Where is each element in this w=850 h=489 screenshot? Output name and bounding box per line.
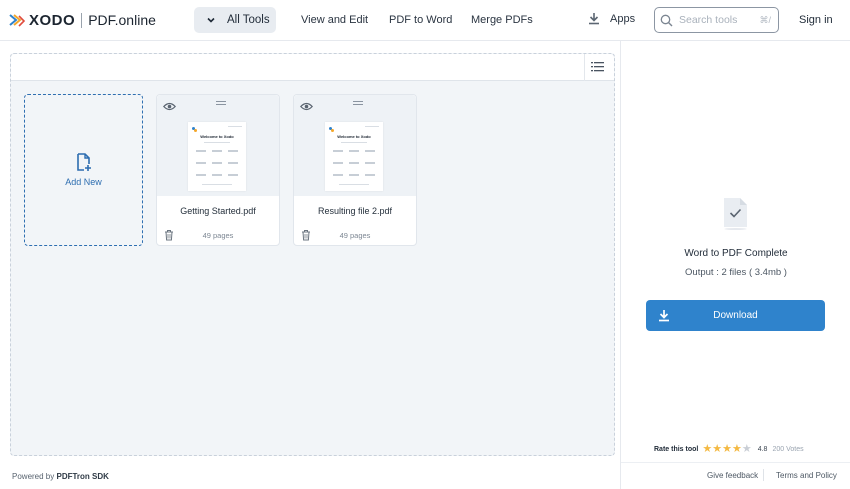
logo-subtitle: PDF.online — [88, 12, 156, 28]
thumb-cell — [212, 162, 222, 164]
output-summary: Output : 2 files ( 3.4mb ) — [685, 267, 787, 278]
thumb-cell — [365, 150, 375, 152]
nav-view-and-edit[interactable]: View and Edit — [301, 14, 368, 26]
download-icon — [659, 310, 669, 322]
apps-button[interactable]: Apps — [588, 12, 635, 25]
download-label: Download — [713, 310, 758, 321]
thumb-cell — [228, 162, 238, 164]
toolbar-divider — [584, 54, 585, 81]
document-check-icon — [724, 198, 747, 230]
drag-handle-icon[interactable] — [216, 101, 226, 106]
thumb-cell — [212, 174, 222, 176]
file-add-icon — [76, 153, 91, 171]
add-new-file-button[interactable]: Add New — [24, 94, 143, 246]
list-view-icon[interactable] — [591, 61, 604, 72]
eye-icon[interactable] — [300, 102, 313, 111]
star-icon[interactable]: ★ — [732, 444, 742, 455]
xodo-logo[interactable]: XODO PDF.online — [9, 11, 156, 29]
thumb-line — [365, 126, 379, 127]
thumb-cell — [196, 162, 206, 164]
add-new-label: Add New — [65, 177, 102, 187]
give-feedback-link[interactable]: Give feedback — [707, 471, 758, 480]
search-icon — [660, 14, 673, 26]
thumb-line — [341, 142, 367, 143]
thumb-cell — [349, 174, 359, 176]
thumb-line — [339, 184, 369, 185]
thumb-cell — [196, 174, 206, 176]
all-tools-label: All Tools — [227, 14, 270, 26]
thumb-line — [228, 126, 242, 127]
thumb-cell — [196, 150, 206, 152]
file-workspace: Add New Welcome to Xodo Getting Started.… — [10, 53, 615, 456]
thumb-cell — [333, 174, 343, 176]
star-icon[interactable]: ★ — [702, 444, 712, 455]
logo-text: XODO — [29, 11, 76, 29]
conversion-complete-title: Word to PDF Complete — [684, 248, 788, 259]
thumb-cell — [212, 150, 222, 152]
search-placeholder: Search tools — [679, 14, 738, 26]
terms-and-policy-link[interactable]: Terms and Policy — [776, 471, 837, 480]
thumb-cell — [228, 174, 238, 176]
file-name: Getting Started.pdf — [180, 206, 256, 216]
thumb-cell — [349, 162, 359, 164]
star-rating[interactable]: ★ ★ ★ ★ ★ — [702, 444, 751, 455]
rating-score: 4.8 — [757, 446, 768, 453]
file-thumbnail[interactable]: Welcome to Xodo — [294, 95, 416, 196]
thumb-cell — [365, 162, 375, 164]
apps-label: Apps — [610, 12, 636, 25]
search-shortcut-hint: ⌘/ — [759, 14, 771, 25]
file-name: Resulting file 2.pdf — [317, 206, 393, 216]
search-tools-input[interactable]: Search tools ⌘/ — [654, 7, 779, 33]
drag-handle-icon[interactable] — [353, 101, 363, 106]
thumb-line — [204, 142, 230, 143]
page-count: 49 pages — [202, 231, 234, 240]
powered-by: Powered by PDFTron SDK — [12, 472, 109, 481]
download-button[interactable]: Download — [646, 300, 825, 331]
nav-pdf-to-word[interactable]: PDF to Word — [389, 14, 452, 26]
file-card[interactable]: Welcome to Xodo Resulting file 2.pdf 49 … — [293, 94, 417, 246]
rate-tool-label: Rate this tool — [654, 446, 699, 453]
download-icon — [589, 13, 599, 25]
pdf-page-preview: Welcome to Xodo — [325, 122, 383, 191]
star-icon[interactable]: ★ — [722, 444, 732, 455]
file-thumbnail[interactable]: Welcome to Xodo — [157, 95, 279, 196]
chevron-down-icon — [207, 17, 215, 23]
star-icon[interactable]: ★ — [742, 444, 752, 455]
logo-divider — [81, 12, 83, 28]
sign-in-link[interactable]: Sign in — [799, 14, 833, 26]
file-card[interactable]: Welcome to Xodo Getting Started.pdf 49 p… — [156, 94, 280, 246]
nav-merge-pdfs[interactable]: Merge PDFs — [471, 14, 533, 26]
top-header: XODO PDF.online All Tools View and Edit … — [0, 0, 850, 41]
xodo-logo-icon — [9, 13, 26, 27]
workspace-toolbar — [11, 54, 614, 81]
eye-icon[interactable] — [163, 102, 176, 111]
thumb-cell — [365, 174, 375, 176]
footer-separator — [763, 469, 764, 481]
rating-votes: 200 Votes — [772, 446, 804, 453]
pdftron-sdk-link[interactable]: PDFTron SDK — [56, 472, 108, 481]
thumb-cell — [333, 150, 343, 152]
thumb-logo-dot — [194, 129, 197, 132]
thumb-line — [202, 184, 232, 185]
rating-widget: Rate this tool ★ ★ ★ ★ ★ 4.8 200 Votes — [654, 444, 804, 455]
star-icon[interactable]: ★ — [712, 444, 722, 455]
page-count: 49 pages — [339, 231, 371, 240]
powered-by-label: Powered by — [12, 472, 55, 481]
thumb-cell — [228, 150, 238, 152]
thumb-title: Welcome to Xodo — [337, 134, 371, 139]
footer-divider — [621, 462, 850, 463]
result-panel: Word to PDF Complete Output : 2 files ( … — [620, 41, 850, 489]
thumb-cell — [349, 150, 359, 152]
pdf-page-preview: Welcome to Xodo — [188, 122, 246, 191]
thumb-title: Welcome to Xodo — [200, 134, 234, 139]
all-tools-button[interactable]: All Tools — [194, 7, 276, 33]
thumb-cell — [333, 162, 343, 164]
thumb-logo-dot — [331, 129, 334, 132]
